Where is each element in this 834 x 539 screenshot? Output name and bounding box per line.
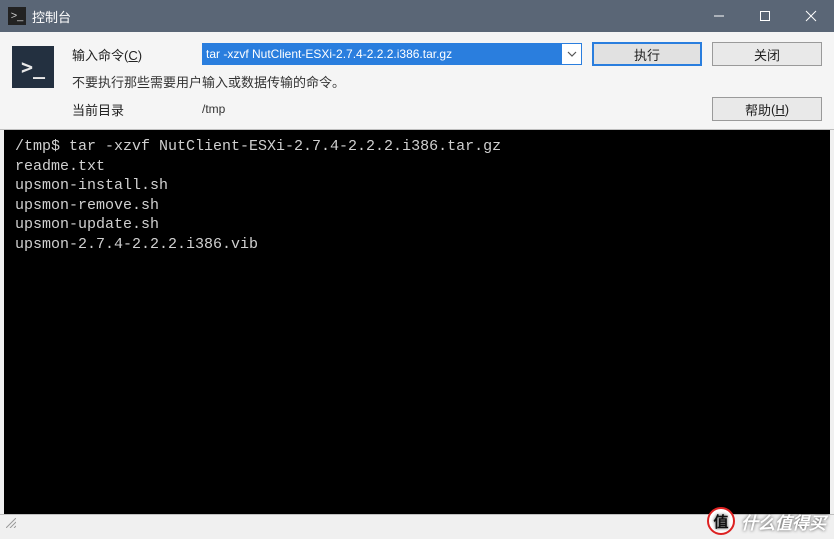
toolbar: >_ 输入命令(C) tar -xzvf NutClient-ESXi-2.7.… <box>0 32 834 130</box>
command-input[interactable] <box>202 43 582 65</box>
execute-button[interactable]: 执行 <box>592 42 702 66</box>
close-button[interactable]: 关闭 <box>712 42 822 66</box>
status-bar <box>0 514 834 534</box>
window-controls <box>696 0 834 32</box>
chevron-down-icon <box>567 51 577 57</box>
command-hint: 不要执行那些需要用户输入或数据传输的命令。 <box>72 72 582 91</box>
minimize-icon <box>713 10 725 22</box>
command-combo[interactable]: tar -xzvf NutClient-ESXi-2.7.4-2.2.2.i38… <box>202 43 582 65</box>
maximize-button[interactable] <box>742 0 788 32</box>
terminal-output[interactable]: /tmp$ tar -xzvf NutClient-ESXi-2.7.4-2.2… <box>4 130 830 514</box>
cwd-value: /tmp <box>202 102 582 116</box>
close-window-button[interactable] <box>788 0 834 32</box>
console-icon: >_ <box>8 7 26 25</box>
window-title: 控制台 <box>32 7 696 26</box>
command-dropdown-button[interactable] <box>561 44 581 64</box>
titlebar: >_ 控制台 <box>0 0 834 32</box>
maximize-icon <box>759 10 771 22</box>
cwd-label: 当前目录 <box>72 100 192 119</box>
resize-grip-icon <box>6 518 16 531</box>
help-button[interactable]: 帮助(H) <box>712 97 822 121</box>
command-label: 输入命令(C) <box>72 45 192 64</box>
close-icon <box>805 10 817 22</box>
minimize-button[interactable] <box>696 0 742 32</box>
prompt-icon: >_ <box>12 46 54 88</box>
